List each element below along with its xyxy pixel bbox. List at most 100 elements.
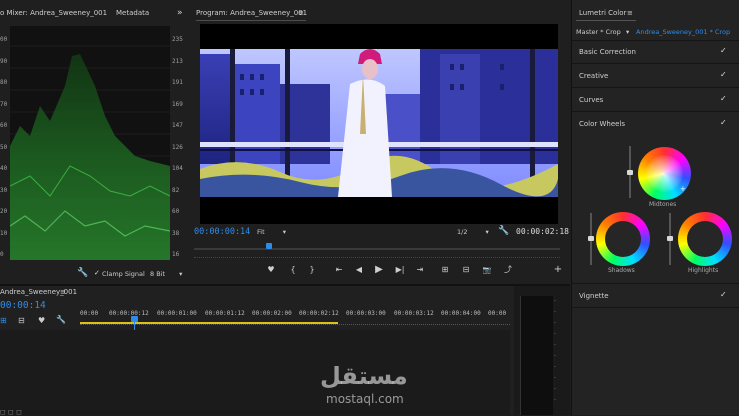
lumetri-tab-underline — [576, 20, 636, 21]
waveform-scope — [10, 26, 170, 260]
timeline-timecode[interactable]: 00:00:14 — [0, 300, 46, 311]
linked-selection-icon[interactable]: ⊟ — [18, 316, 25, 325]
midtones-wheel-center — [646, 155, 683, 192]
lift-button[interactable]: ⊞ — [438, 264, 452, 276]
clip-select[interactable]: Andrea_Sweeney_001 * Crop — [636, 28, 730, 36]
basic-correction-checkbox[interactable]: ✓ — [720, 46, 727, 55]
settings-wrench-icon[interactable]: 🔧 — [498, 226, 509, 236]
ruler-label: 00:00:04:00 — [441, 310, 481, 317]
divider — [572, 87, 739, 88]
section-basic-correction[interactable]: Basic Correction — [579, 48, 636, 56]
bit-depth-select[interactable]: 8 Bit ▾ — [150, 270, 182, 278]
mark-out-button[interactable]: } — [305, 264, 319, 276]
timeline-menu-icon[interactable]: ≡ — [60, 284, 66, 300]
export-frame-icon[interactable]: 📷 — [480, 264, 494, 276]
watermark-url: mostaql.com — [326, 392, 404, 406]
panel-menu-icon[interactable]: ≡ — [298, 5, 304, 21]
waveform-left-scale: 00 90 80 70 60 50 40 30 20 10 0 — [0, 36, 8, 258]
curves-checkbox[interactable]: ✓ — [720, 94, 727, 103]
ruler-label: 00:00:01:00 — [157, 310, 197, 317]
section-curves[interactable]: Curves — [579, 96, 603, 104]
master-clip-label[interactable]: Master * Crop — [576, 28, 621, 36]
playhead-marker[interactable] — [266, 243, 272, 249]
ruler-label: 00:00 — [488, 310, 507, 317]
video-image — [200, 49, 558, 197]
clamp-signal-checkbox[interactable]: ✓ — [94, 269, 100, 277]
extract-button[interactable]: ⊟ — [459, 264, 473, 276]
tab-underline — [196, 20, 306, 21]
divider — [572, 111, 739, 112]
ruler-label: 00:00:00:12 — [109, 310, 149, 317]
audio-meter-bar — [520, 296, 553, 415]
go-to-out-button[interactable]: ⇥ — [413, 264, 427, 276]
divider — [572, 40, 739, 41]
divider — [572, 307, 739, 308]
fit-value: Fit — [257, 228, 265, 236]
current-timecode[interactable]: 00:00:00:14 — [194, 227, 250, 237]
add-marker-icon[interactable]: ♥ — [38, 316, 45, 325]
ruler-label: 00:00:01:12 — [205, 310, 245, 317]
divider — [572, 283, 739, 284]
mark-in-button[interactable]: { — [286, 264, 300, 276]
resolution-value: 1/2 — [457, 228, 468, 236]
ruler-ticks — [80, 324, 510, 328]
wrench-icon[interactable]: 🔧 — [77, 268, 88, 278]
ruler-label: 00:00:02:12 — [299, 310, 339, 317]
playhead-scrubber[interactable] — [194, 242, 560, 252]
midtones-crosshair-icon[interactable]: + — [680, 185, 686, 193]
creative-checkbox[interactable]: ✓ — [720, 70, 727, 79]
chevron-down-icon[interactable]: ▾ — [626, 28, 629, 36]
step-forward-button[interactable]: ▶| — [393, 264, 407, 276]
waveform-right-scale: 235 213 191 169 147 126 104 82 60 38 16 — [172, 36, 183, 258]
step-back-button[interactable]: ◀ — [352, 264, 366, 276]
snap-icon[interactable]: ⊞ — [0, 316, 7, 325]
panel-divider — [0, 284, 570, 286]
shadows-wheel-center — [605, 221, 641, 257]
ruler-label: 00:00:03:12 — [394, 310, 434, 317]
ruler-label: 00:00 — [80, 310, 99, 317]
resolution-select[interactable]: 1/2 ▾ — [457, 228, 489, 236]
add-button-icon[interactable]: + — [551, 264, 565, 276]
timeline-wrench-icon[interactable]: 🔧 — [56, 315, 66, 324]
divider — [572, 63, 739, 64]
color-wheels-checkbox[interactable]: ✓ — [720, 118, 727, 127]
scrub-track — [194, 248, 560, 250]
highlights-label: Highlights — [688, 267, 719, 274]
section-color-wheels[interactable]: Color Wheels — [579, 120, 625, 128]
bit-depth-value: 8 Bit — [150, 270, 166, 278]
section-vignette[interactable]: Vignette — [579, 292, 609, 300]
metadata-tab[interactable]: Metadata — [116, 5, 149, 21]
waveform-trace — [10, 45, 170, 260]
shadows-label: Shadows — [608, 267, 635, 274]
midtones-slider-knob[interactable] — [627, 170, 633, 175]
section-creative[interactable]: Creative — [579, 72, 608, 80]
ruler-label: 00:00:03:00 — [346, 310, 386, 317]
vignette-checkbox[interactable]: ✓ — [720, 290, 727, 299]
chevron-down-icon: ▾ — [179, 270, 183, 278]
fit-select[interactable]: Fit ▾ — [257, 228, 286, 236]
more-panels-icon[interactable]: » — [177, 5, 183, 21]
video-frame — [200, 24, 558, 224]
program-title[interactable]: Program: Andrea_Sweeney_001 — [196, 5, 307, 21]
highlights-slider-knob[interactable] — [667, 236, 673, 241]
timeline-playhead-head[interactable] — [131, 316, 138, 322]
lumetri-title[interactable]: Lumetri Color — [579, 5, 626, 21]
add-marker-button[interactable]: ♥ — [264, 264, 278, 276]
clamp-signal-label: Clamp Signal — [102, 270, 145, 278]
audio-meter-scale: ---------- — [554, 298, 556, 403]
lumetri-menu-icon[interactable]: ≡ — [627, 5, 633, 21]
shadows-slider-knob[interactable] — [588, 236, 594, 241]
watermark-arabic: مستقل — [320, 362, 408, 390]
scrub-ticks — [194, 255, 560, 258]
timeline-track-area[interactable] — [0, 330, 510, 415]
chevron-down-icon: ▾ — [282, 228, 286, 236]
play-button[interactable]: ▶ — [372, 264, 386, 276]
duration-timecode: 00:00:02:18 — [516, 227, 569, 236]
go-to-in-button[interactable]: ⇤ — [332, 264, 346, 276]
chevron-down-icon: ▾ — [485, 228, 489, 236]
highlights-wheel-center — [687, 221, 723, 257]
scopes-tab[interactable]: o Mixer: Andrea_Sweeney_001 — [0, 5, 107, 21]
share-icon[interactable]: ⤴ — [501, 264, 515, 276]
midtones-label: Midtones — [649, 201, 677, 208]
ruler-label: 00:00:02:00 — [252, 310, 292, 317]
